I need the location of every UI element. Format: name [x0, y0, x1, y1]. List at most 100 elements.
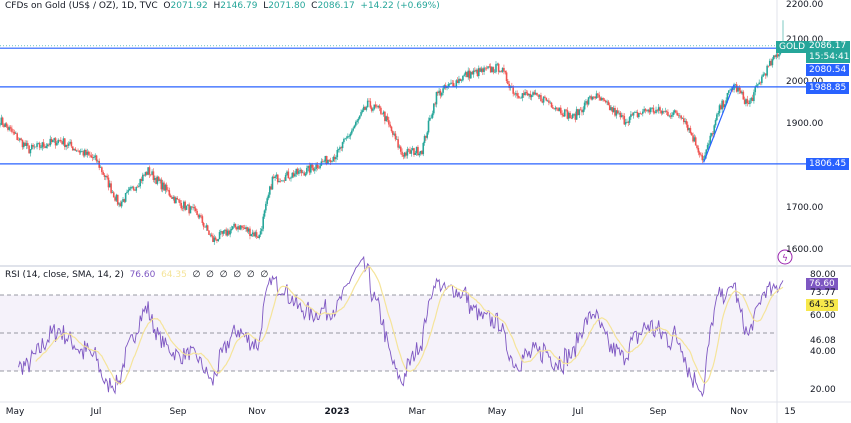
candle-body — [42, 142, 45, 147]
candle-body — [138, 186, 140, 188]
candle-body — [700, 154, 702, 156]
candle-body — [665, 111, 668, 112]
candle-body — [603, 99, 606, 101]
candle-body — [671, 114, 673, 117]
candle-body — [418, 153, 421, 156]
candle-body — [410, 150, 413, 154]
candle-body — [505, 72, 508, 82]
candle-body — [316, 164, 319, 169]
candle-body — [353, 125, 356, 129]
candle-body — [559, 107, 562, 114]
candle-body — [380, 107, 382, 114]
candle-body — [680, 115, 682, 119]
candle-body — [727, 90, 730, 93]
candle-body — [607, 101, 610, 106]
candle-body — [214, 237, 217, 240]
candle-body — [462, 75, 464, 81]
candle-body — [622, 115, 624, 117]
candle-body — [193, 207, 196, 209]
candle-body — [694, 137, 697, 146]
candle-body — [401, 151, 403, 155]
candle-body — [597, 93, 599, 95]
candle-body — [525, 92, 528, 94]
candle-body — [56, 142, 58, 146]
candle-body — [753, 92, 755, 102]
candle-body — [345, 137, 348, 139]
time-tick: Mar — [408, 407, 426, 417]
candle-body — [366, 100, 369, 108]
candle-body — [331, 161, 333, 163]
price-tick: 1700.00 — [786, 203, 824, 213]
candle-body — [365, 107, 368, 110]
candle-body — [709, 135, 712, 144]
candle-body — [179, 200, 181, 203]
candle-body — [319, 165, 321, 169]
candle-body — [697, 147, 700, 153]
time-tick: Sep — [169, 407, 187, 417]
candle-body — [26, 143, 29, 146]
lightning-icon: ϟ — [782, 254, 788, 264]
candle-body — [128, 188, 131, 191]
candle-body — [120, 201, 123, 207]
candle-body — [390, 126, 393, 132]
chart-canvas[interactable]: ϟ — [0, 0, 851, 423]
candle-body — [422, 142, 425, 155]
candle-body — [337, 149, 340, 151]
candle-body — [361, 110, 364, 113]
trend-line — [703, 84, 735, 163]
candle-body — [504, 70, 507, 73]
hidden-value-icon: ∅ — [206, 270, 214, 280]
level-tag: 1806.45 — [806, 158, 850, 170]
candle-body — [29, 149, 32, 154]
candle-body — [483, 67, 485, 72]
candle-body — [196, 210, 198, 216]
level-tag: 1988.85 — [806, 82, 850, 94]
candle-body — [52, 139, 54, 143]
price-tick: 2200.00 — [786, 0, 824, 10]
candle-body — [349, 133, 352, 137]
candle-body — [406, 149, 409, 156]
candle-body — [649, 108, 652, 113]
candle-body — [517, 95, 520, 98]
candle-body — [762, 74, 764, 77]
candle-body — [93, 157, 95, 159]
candle-body — [5, 123, 8, 127]
candle-body — [440, 92, 443, 96]
time-tick: 15 — [784, 407, 796, 417]
candle-body — [569, 112, 571, 118]
candle-body — [550, 102, 553, 108]
candle-body — [644, 109, 647, 111]
candle-body — [11, 128, 13, 132]
candle-body — [696, 145, 698, 148]
candle-body — [685, 120, 688, 125]
time-tick: Nov — [248, 407, 266, 417]
candle-body — [202, 222, 205, 227]
candle-body — [304, 173, 307, 176]
candle-body — [652, 107, 655, 113]
open-label: O — [163, 1, 171, 11]
candle-body — [9, 127, 12, 129]
candle-body — [101, 167, 103, 173]
candle-body — [74, 148, 77, 151]
rsi-tick: 40.00 — [810, 347, 836, 357]
candle-body — [520, 97, 522, 99]
candle-body — [231, 226, 234, 230]
candle-body — [757, 84, 759, 86]
candle-body — [208, 230, 210, 235]
candle-body — [426, 132, 429, 138]
candle-body — [354, 122, 357, 126]
candle-body — [578, 109, 581, 116]
candle-body — [690, 132, 693, 136]
candle-body — [67, 143, 70, 146]
candle-body — [200, 215, 202, 217]
candle-body — [460, 80, 463, 81]
candle-body — [624, 122, 627, 125]
candle-body — [60, 139, 62, 142]
candle-body — [358, 115, 361, 119]
bar-countdown: 15:54:41 — [809, 52, 850, 62]
candle-body — [258, 234, 261, 239]
rsi-tick: 60.00 — [810, 311, 836, 321]
candle-body — [45, 146, 48, 148]
candle-body — [112, 192, 115, 198]
candle-body — [512, 87, 514, 94]
